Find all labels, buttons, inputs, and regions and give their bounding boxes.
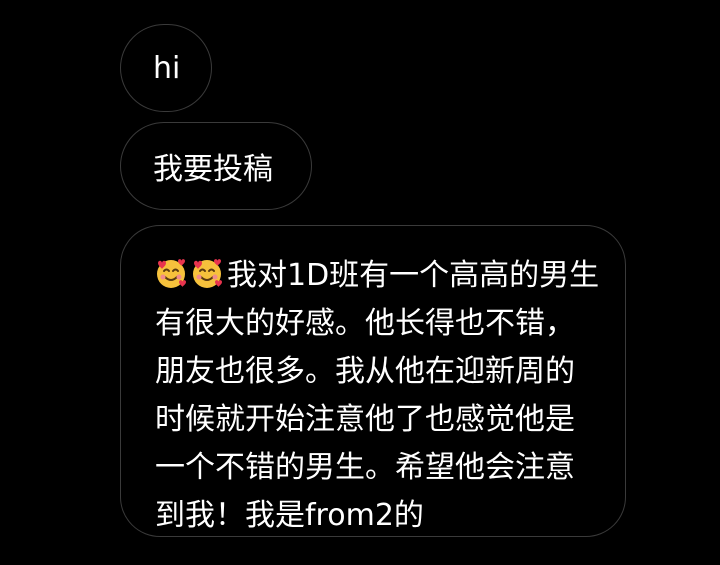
smiling-face-with-hearts-icon bbox=[193, 259, 222, 288]
message-bubble-hi[interactable]: hi bbox=[120, 24, 212, 112]
message-text-block: 我对1D班有一个高高的男生有很大的好感。他长得也不错，朋友也很多。我从他在迎新周… bbox=[155, 252, 601, 540]
message-bubble-submit[interactable]: 我要投稿 bbox=[120, 122, 312, 210]
smiling-face-with-hearts-icon bbox=[157, 259, 186, 288]
message-text: 我要投稿 bbox=[153, 152, 273, 187]
message-bubble-confession[interactable]: 我对1D班有一个高高的男生有很大的好感。他长得也不错，朋友也很多。我从他在迎新周… bbox=[120, 225, 626, 537]
message-text: hi bbox=[153, 50, 181, 86]
chat-thread: hi 我要投稿 我对1D班有一个高高的男生有很大的好感。他长得也不错，朋友也很多… bbox=[0, 0, 720, 565]
message-text: 我对1D班有一个高高的男生有很大的好感。他长得也不错，朋友也很多。我从他在迎新周… bbox=[155, 258, 600, 533]
